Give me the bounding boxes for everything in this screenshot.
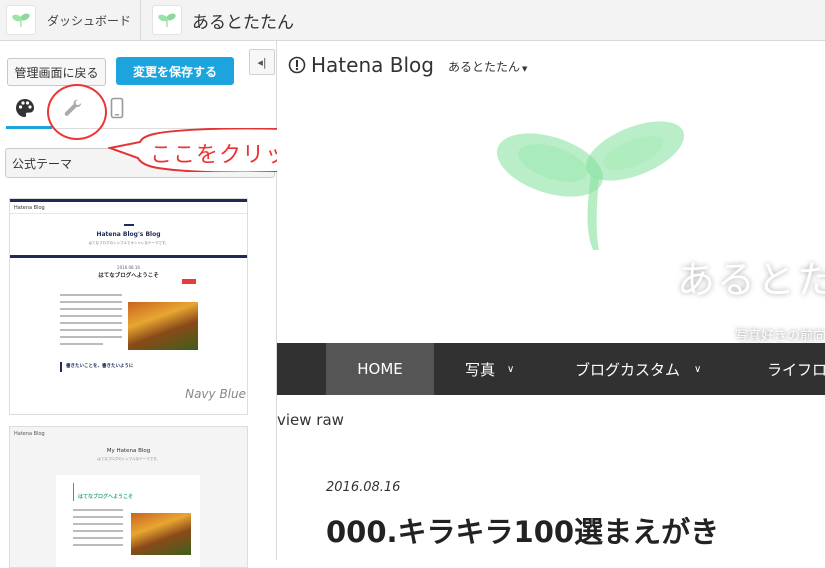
dashboard-link[interactable]: ダッシュボード	[6, 0, 131, 40]
theme-thumbnail-2[interactable]: Hatena Blog My Hatena Blog はてなブログのシンプルなテ…	[9, 426, 248, 568]
thumb-photo	[128, 302, 198, 350]
smartphone-icon	[110, 97, 124, 119]
thumb-blog-subtitle: はてなブログのシンプルでオシャレなテーマです。	[88, 241, 169, 245]
thumb2-brand: Hatena Blog	[14, 431, 45, 437]
collapse-icon: ◂|	[257, 55, 267, 69]
thumb2-blog-title: My Hatena Blog	[106, 448, 151, 454]
chevron-down-icon: ∨	[694, 363, 702, 375]
thumb2-post-title: はてなブログへようこそ	[78, 494, 134, 500]
thumb-brand: Hatena Blog	[14, 205, 45, 211]
thumb-nav	[10, 255, 247, 258]
tab-design[interactable]	[14, 97, 42, 121]
active-tab-indicator	[6, 126, 52, 129]
topbar-divider	[140, 0, 141, 40]
post-date[interactable]: 2016.08.16	[326, 480, 400, 495]
caret-down-icon: ▼	[522, 65, 528, 73]
blog-icon	[6, 5, 36, 35]
sprout-hero-image	[496, 121, 685, 250]
blog-title: あるとたたん	[192, 12, 294, 33]
thumb2-blog-subtitle: はてなブログのシンプルなテーマです。	[97, 457, 160, 461]
blog-menu-dropdown[interactable]: あるとたたん ▼	[448, 58, 527, 75]
blog-title-link[interactable]: あるとたたん	[152, 0, 294, 40]
thumb-text-lines	[60, 294, 122, 354]
thumb-top-stripe	[10, 199, 247, 202]
nav-blog-custom-label: ブログカスタム	[575, 360, 681, 379]
hatena-logo-icon	[288, 56, 306, 74]
thumb-dash	[124, 224, 134, 226]
design-sidebar: ◂| 管理画面に戻る 変更を保存する 公式テーマ Hatena Blog Hat…	[0, 41, 277, 568]
highlight-circle	[47, 84, 107, 140]
post-title[interactable]: 000.キラキラ100選まえがき	[326, 509, 719, 551]
hatena-blog-brand[interactable]: Hatena Blog	[311, 53, 434, 77]
view-raw-link[interactable]: view raw	[277, 411, 344, 429]
blog-icon	[152, 5, 182, 35]
thumb-date: 2016.08.16	[117, 265, 140, 270]
theme-thumbnail-navy-blue[interactable]: Hatena Blog Hatena Blog's Blog はてなブログのシン…	[9, 198, 248, 415]
thumb-section-bar	[60, 362, 62, 372]
global-nav: HOME 写真 ∨ ブログカスタム ∨ ライフロ	[277, 343, 825, 395]
nav-item-home[interactable]: HOME	[326, 343, 434, 395]
nav-home-label: HOME	[357, 360, 403, 378]
thumb-divider	[10, 213, 247, 214]
preview-header: Hatena Blog あるとたたん ▼	[277, 41, 825, 91]
palette-icon	[16, 99, 34, 117]
theme-name-label: Navy Blue	[185, 387, 246, 401]
back-to-admin-button[interactable]: 管理画面に戻る	[7, 58, 106, 86]
nav-photo-label: 写真	[465, 360, 496, 379]
collapse-sidebar-button[interactable]: ◂|	[249, 49, 275, 75]
nav-item-lifelog[interactable]: ライフロ	[767, 343, 825, 395]
save-changes-button[interactable]: 変更を保存する	[116, 57, 234, 85]
thumb-section-title: 書きたいことを、書きたいように	[66, 364, 134, 369]
blog-menu-label: あるとたたん	[448, 60, 521, 74]
thumb-post-title: はてなブログへようこそ	[98, 273, 159, 279]
theme-category-value: 公式テーマ	[12, 157, 73, 171]
hero-blog-subtitle: 写真好きの前向	[735, 329, 825, 344]
thumb2-photo	[131, 513, 191, 555]
nav-item-blog-custom[interactable]: ブログカスタム ∨	[575, 343, 701, 395]
tab-smartphone[interactable]	[110, 97, 130, 121]
hero-blog-title[interactable]: あるとた	[677, 249, 825, 304]
blog-preview: Hatena Blog あるとたたん ▼ あるとた 写真好きの前向 HOME 写真…	[277, 41, 825, 560]
thumb2-card: はてなブログへようこそ	[56, 475, 200, 567]
chevron-down-icon: ∨	[507, 363, 515, 375]
blog-hero: あるとた 写真好きの前向	[277, 91, 825, 345]
thumb-blog-title: Hatena Blog's Blog	[96, 231, 161, 238]
nav-lifelog-label: ライフロ	[767, 360, 825, 379]
dashboard-label: ダッシュボード	[47, 13, 132, 28]
nav-item-photo[interactable]: 写真 ∨	[465, 343, 514, 395]
thumb-tag	[182, 279, 196, 284]
